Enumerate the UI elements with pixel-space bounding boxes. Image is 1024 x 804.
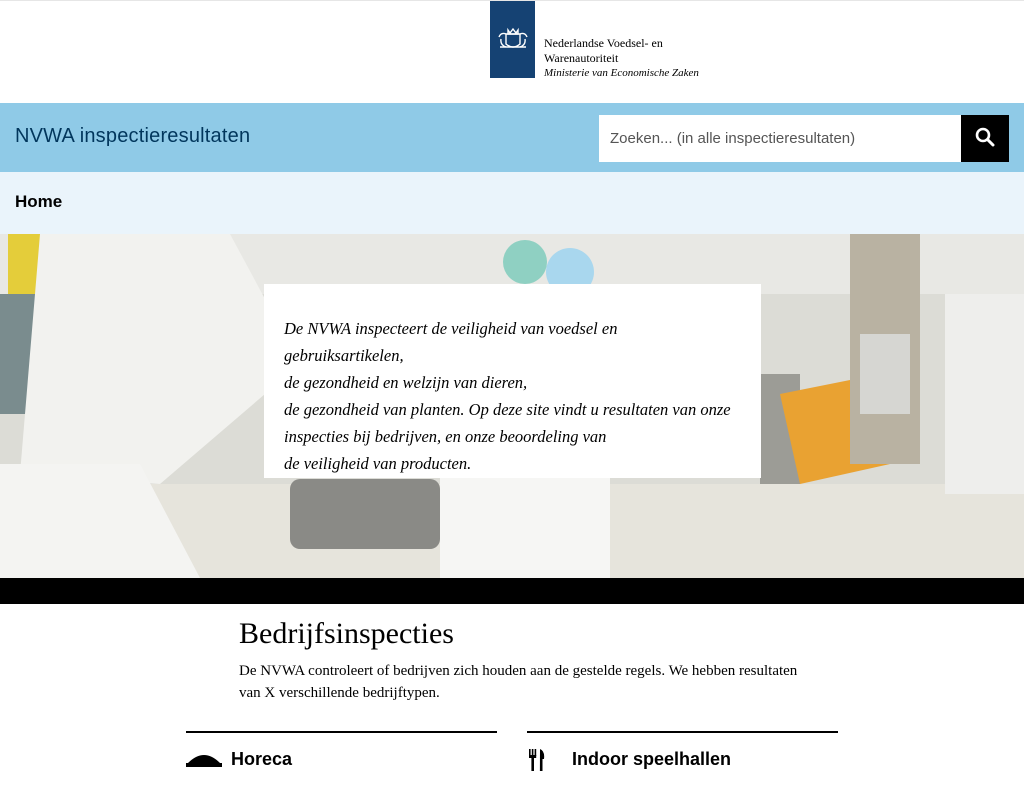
category-card-indoor-speelhallen[interactable]: Indoor speelhallen	[527, 731, 838, 773]
hero-banner: De NVWA inspecteert de veiligheid van vo…	[0, 234, 1024, 578]
bedrijfsinspecties-section: Bedrijfsinspecties De NVWA controleert o…	[0, 604, 1024, 804]
hero-line: de gezondheid en welzijn van dieren,	[284, 373, 528, 392]
dish-icon	[186, 749, 222, 774]
search-icon	[975, 127, 995, 150]
breadcrumb-nav: Home	[0, 172, 1024, 234]
cutlery-icon	[527, 749, 547, 776]
org-name-line2: Warenautoriteit	[544, 51, 619, 65]
hero-line: de veiligheid van producten.	[284, 454, 472, 473]
nav-home-link[interactable]: Home	[15, 192, 62, 212]
site-title[interactable]: NVWA inspectieresultaten	[15, 125, 250, 148]
org-name-line1: Nederlandse Voedsel- en	[544, 36, 663, 50]
hero-line: De NVWA inspecteert de veiligheid van vo…	[284, 319, 618, 365]
search-button[interactable]	[961, 115, 1009, 162]
search-form	[599, 115, 1009, 162]
hero-line: de gezondheid van planten. Op deze site …	[284, 400, 731, 419]
coat-of-arms-icon	[490, 1, 535, 78]
card-label: Horeca	[231, 749, 293, 769]
hero-intro-box: De NVWA inspecteert de veiligheid van vo…	[264, 284, 761, 478]
search-input[interactable]	[599, 115, 961, 162]
masthead: Nederlandse Voedsel- en Warenautoriteit …	[0, 0, 1024, 103]
logo-wordmark: Nederlandse Voedsel- en Warenautoriteit …	[544, 36, 699, 81]
hero-intro-text: De NVWA inspecteert de veiligheid van vo…	[284, 315, 741, 477]
divider-band	[0, 578, 1024, 604]
ministry-name: Ministerie van Economische Zaken	[544, 67, 699, 79]
hero-line: inspecties bij bedrijven, en onze beoord…	[284, 427, 607, 446]
site-header: NVWA inspectieresultaten	[0, 103, 1024, 172]
card-label: Indoor speelhallen	[572, 749, 732, 769]
section-description: De NVWA controleert of bedrijven zich ho…	[239, 663, 798, 701]
category-card-horeca[interactable]: Horeca	[186, 731, 497, 773]
nvwa-logo[interactable]: Nederlandse Voedsel- en Warenautoriteit …	[490, 1, 699, 81]
section-title: Bedrijfsinspecties	[239, 617, 454, 650]
